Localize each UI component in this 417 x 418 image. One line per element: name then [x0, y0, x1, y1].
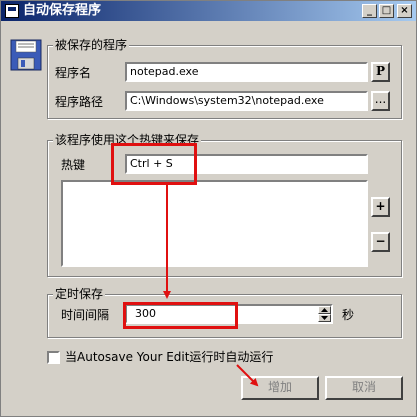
app-icon: [5, 4, 19, 18]
close-button[interactable]: ×: [397, 4, 412, 18]
program-name-field[interactable]: notepad.exe: [125, 62, 368, 82]
cancel-button[interactable]: 取消: [325, 376, 403, 400]
maximize-button[interactable]: □: [379, 4, 394, 18]
autorun-checkbox[interactable]: [47, 351, 60, 364]
spin-up-button[interactable]: [318, 306, 331, 314]
program-path-field[interactable]: C:\Windows\system32\notepad.exe: [125, 91, 368, 111]
program-path-label: 程序路径: [55, 95, 104, 109]
pick-program-button[interactable]: P: [371, 62, 390, 82]
program-name-label: 程序名: [55, 66, 92, 80]
add-hotkey-button[interactable]: +: [371, 197, 390, 217]
spin-down-icon: [321, 316, 328, 320]
window-title: 自动保存程序: [23, 3, 102, 18]
add-button[interactable]: 增加: [241, 376, 319, 400]
dialog-window: 自动保存程序 _ □ × 被保存的程序 程序名 notepad.exe P 程序…: [0, 0, 417, 417]
minimize-button[interactable]: _: [362, 4, 377, 18]
hotkey-list[interactable]: [61, 180, 368, 267]
autorun-label[interactable]: 当Autosave Your Edit运行时自动运行: [65, 350, 273, 364]
interval-label: 时间间隔: [61, 308, 110, 322]
hotkey-label: 热键: [61, 158, 86, 172]
hotkey-highlight-box: [111, 143, 197, 185]
timer-group-title: 定时保存: [53, 287, 106, 301]
interval-spinner[interactable]: [318, 306, 331, 322]
title-bar[interactable]: 自动保存程序 _ □ ×: [1, 1, 416, 21]
browse-button[interactable]: ...: [371, 91, 390, 111]
spin-down-button[interactable]: [318, 314, 331, 322]
spin-up-icon: [321, 308, 328, 312]
interval-highlight-box: [123, 302, 238, 329]
floppy-disk-icon: [10, 39, 42, 71]
interval-unit-label: 秒: [342, 308, 355, 322]
program-group-title: 被保存的程序: [53, 38, 130, 52]
remove-hotkey-button[interactable]: −: [371, 232, 390, 252]
